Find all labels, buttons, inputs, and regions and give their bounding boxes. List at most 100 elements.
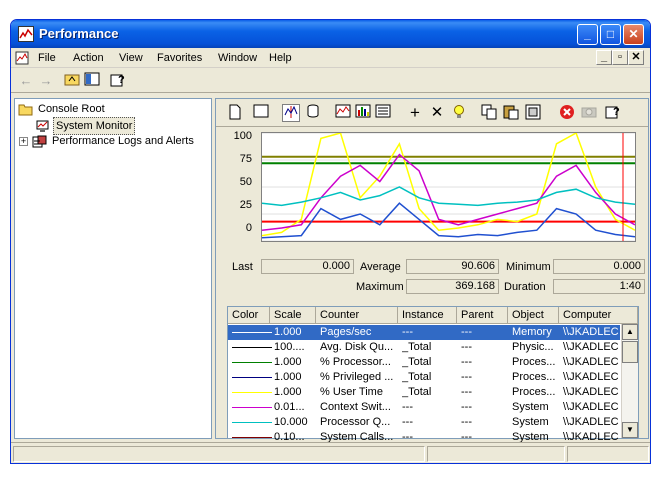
view-histogram-icon[interactable] <box>354 104 372 122</box>
paste-counter-list-icon[interactable] <box>502 104 520 122</box>
color-swatch <box>232 392 272 393</box>
menu-help[interactable]: Help <box>269 52 292 64</box>
expand-toggle[interactable]: + <box>19 136 28 146</box>
y-tick-label: 100 <box>233 130 252 142</box>
legend-row[interactable]: 0.01... Context Swit... --- --- System \\JKAD… <box>228 400 620 415</box>
legend-cell-counter: % Privileged ... <box>320 371 394 383</box>
menu-file[interactable]: File <box>38 52 56 64</box>
average-label: Average <box>360 261 401 273</box>
legend-cell-instance: --- <box>402 416 413 428</box>
menu-window[interactable]: Window <box>218 52 257 64</box>
legend-cell-parent: --- <box>461 371 472 383</box>
main-toolbar: ← → ? <box>11 69 650 93</box>
tree-item-system-monitor[interactable]: System Monitor <box>35 117 136 135</box>
performance-graph[interactable] <box>261 131 636 242</box>
clear-display-icon[interactable] <box>252 104 270 122</box>
copy-properties-icon[interactable] <box>480 104 498 122</box>
column-header-parent[interactable]: Parent <box>457 307 508 324</box>
freeze-display-icon[interactable] <box>558 104 576 122</box>
highlight-icon[interactable] <box>450 104 468 122</box>
tree-item-label: Performance Logs and Alerts <box>52 135 194 147</box>
color-swatch <box>232 362 272 363</box>
legend-cell-instance: _Total <box>402 386 432 398</box>
legend-row[interactable]: 100.... Avg. Disk Qu... _Total --- Physic...… <box>228 340 620 355</box>
mdi-close-button[interactable]: ✕ <box>628 50 644 65</box>
color-swatch <box>232 332 272 333</box>
column-header-color[interactable]: Color <box>228 307 270 324</box>
column-header-instance[interactable]: Instance <box>398 307 457 324</box>
view-current-activity-icon[interactable] <box>282 104 300 122</box>
legend-cell-counter: % User Time <box>320 386 383 398</box>
update-data-icon[interactable] <box>580 104 598 122</box>
legend-cell-object: Physic... <box>512 341 554 353</box>
help-icon[interactable]: ? <box>109 72 127 90</box>
counter-legend[interactable]: Color Scale Counter Instance Parent Obje… <box>227 306 639 443</box>
duration-value: 1:40 <box>553 279 645 294</box>
column-header-counter[interactable]: Counter <box>316 307 398 324</box>
legend-cell-counter: Pages/sec <box>320 326 372 338</box>
help-icon[interactable]: ? <box>604 104 622 122</box>
legend-row[interactable]: 1.000 % Privileged ... _Total --- Proces... \… <box>228 370 620 385</box>
document-icon[interactable] <box>15 51 29 65</box>
delete-counter-icon[interactable]: ✕ <box>428 104 446 122</box>
legend-row[interactable]: 1.000 % User Time _Total --- Proces... \\JKAD… <box>228 385 620 400</box>
show-hide-tree-icon[interactable] <box>83 72 101 90</box>
legend-cell-scale: 1.000 <box>274 386 302 398</box>
maximize-button[interactable]: □ <box>600 24 621 45</box>
legend-cell-instance: _Total <box>402 356 432 368</box>
scroll-down-button[interactable]: ▼ <box>622 422 638 438</box>
legend-cell-scale: 0.01... <box>274 401 305 413</box>
legend-row[interactable]: 1.000 Pages/sec --- --- Memory \\JKADLEC <box>228 325 620 340</box>
legend-cell-object: System <box>512 416 549 428</box>
legend-scrollbar[interactable]: ▲ ▼ <box>621 324 638 438</box>
folder-icon <box>18 103 33 116</box>
new-counter-set-icon[interactable] <box>226 104 244 122</box>
menu-action[interactable]: Action <box>73 52 104 64</box>
tree-item-console-root[interactable]: Console Root <box>18 101 107 117</box>
svg-text:?: ? <box>118 74 125 86</box>
mdi-restore-button[interactable]: ▫ <box>612 50 628 65</box>
close-button[interactable]: ✕ <box>623 24 644 45</box>
column-header-computer[interactable]: Computer <box>559 307 638 324</box>
tree-item-label: Console Root <box>38 103 105 115</box>
scroll-up-button[interactable]: ▲ <box>622 324 638 340</box>
graph-area: 100 75 50 25 0 <box>216 129 650 249</box>
performance-app-icon[interactable] <box>18 26 34 42</box>
legend-cell-object: Proces... <box>512 371 556 383</box>
legend-cell-scale: 1.000 <box>274 356 302 368</box>
menu-favorites[interactable]: Favorites <box>157 52 202 64</box>
column-header-scale[interactable]: Scale <box>270 307 316 324</box>
system-monitor-toolbar: + ✕ ? <box>216 99 648 127</box>
legend-cell-counter: Avg. Disk Qu... <box>320 341 394 353</box>
forward-arrow-icon[interactable]: → <box>37 72 55 90</box>
series-line <box>261 131 636 237</box>
column-header-object[interactable]: Object <box>508 307 559 324</box>
mdi-minimize-button[interactable]: _ <box>596 50 612 65</box>
y-tick-label: 50 <box>239 176 252 188</box>
color-swatch <box>232 347 272 348</box>
legend-row[interactable]: 10.000 Processor Q... --- --- System \\JKADLE… <box>228 415 620 430</box>
view-report-icon[interactable] <box>374 104 392 122</box>
legend-cell-parent: --- <box>461 416 472 428</box>
menu-view[interactable]: View <box>119 52 143 64</box>
back-arrow-icon[interactable]: ← <box>17 72 35 90</box>
legend-cell-parent: --- <box>461 341 472 353</box>
add-counter-icon[interactable]: + <box>406 104 424 122</box>
legend-cell-parent: --- <box>461 386 472 398</box>
tree-item-performance-logs[interactable]: + Performance Logs and Alerts <box>19 133 196 149</box>
minimize-button[interactable]: _ <box>577 24 598 45</box>
console-tree-pane[interactable]: Console Root System Monitor + Performanc… <box>14 98 212 439</box>
title-bar[interactable]: Performance _ □ ✕ <box>11 20 650 48</box>
status-segment <box>13 446 425 462</box>
view-graph-icon[interactable] <box>334 104 352 122</box>
window-title: Performance <box>39 26 119 41</box>
scroll-thumb[interactable] <box>622 341 638 363</box>
up-folder-icon[interactable] <box>63 72 81 90</box>
view-log-data-icon[interactable] <box>304 104 322 122</box>
legend-cell-computer: \\JKADLEC <box>563 356 619 368</box>
legend-row[interactable]: 1.000 % Processor... _Total --- Proces... \\J… <box>228 355 620 370</box>
legend-cell-scale: 1.000 <box>274 371 302 383</box>
properties-icon[interactable] <box>524 104 542 122</box>
performance-window: Performance _ □ ✕ File Action View Favor… <box>10 19 651 464</box>
minimum-value: 0.000 <box>553 259 645 274</box>
